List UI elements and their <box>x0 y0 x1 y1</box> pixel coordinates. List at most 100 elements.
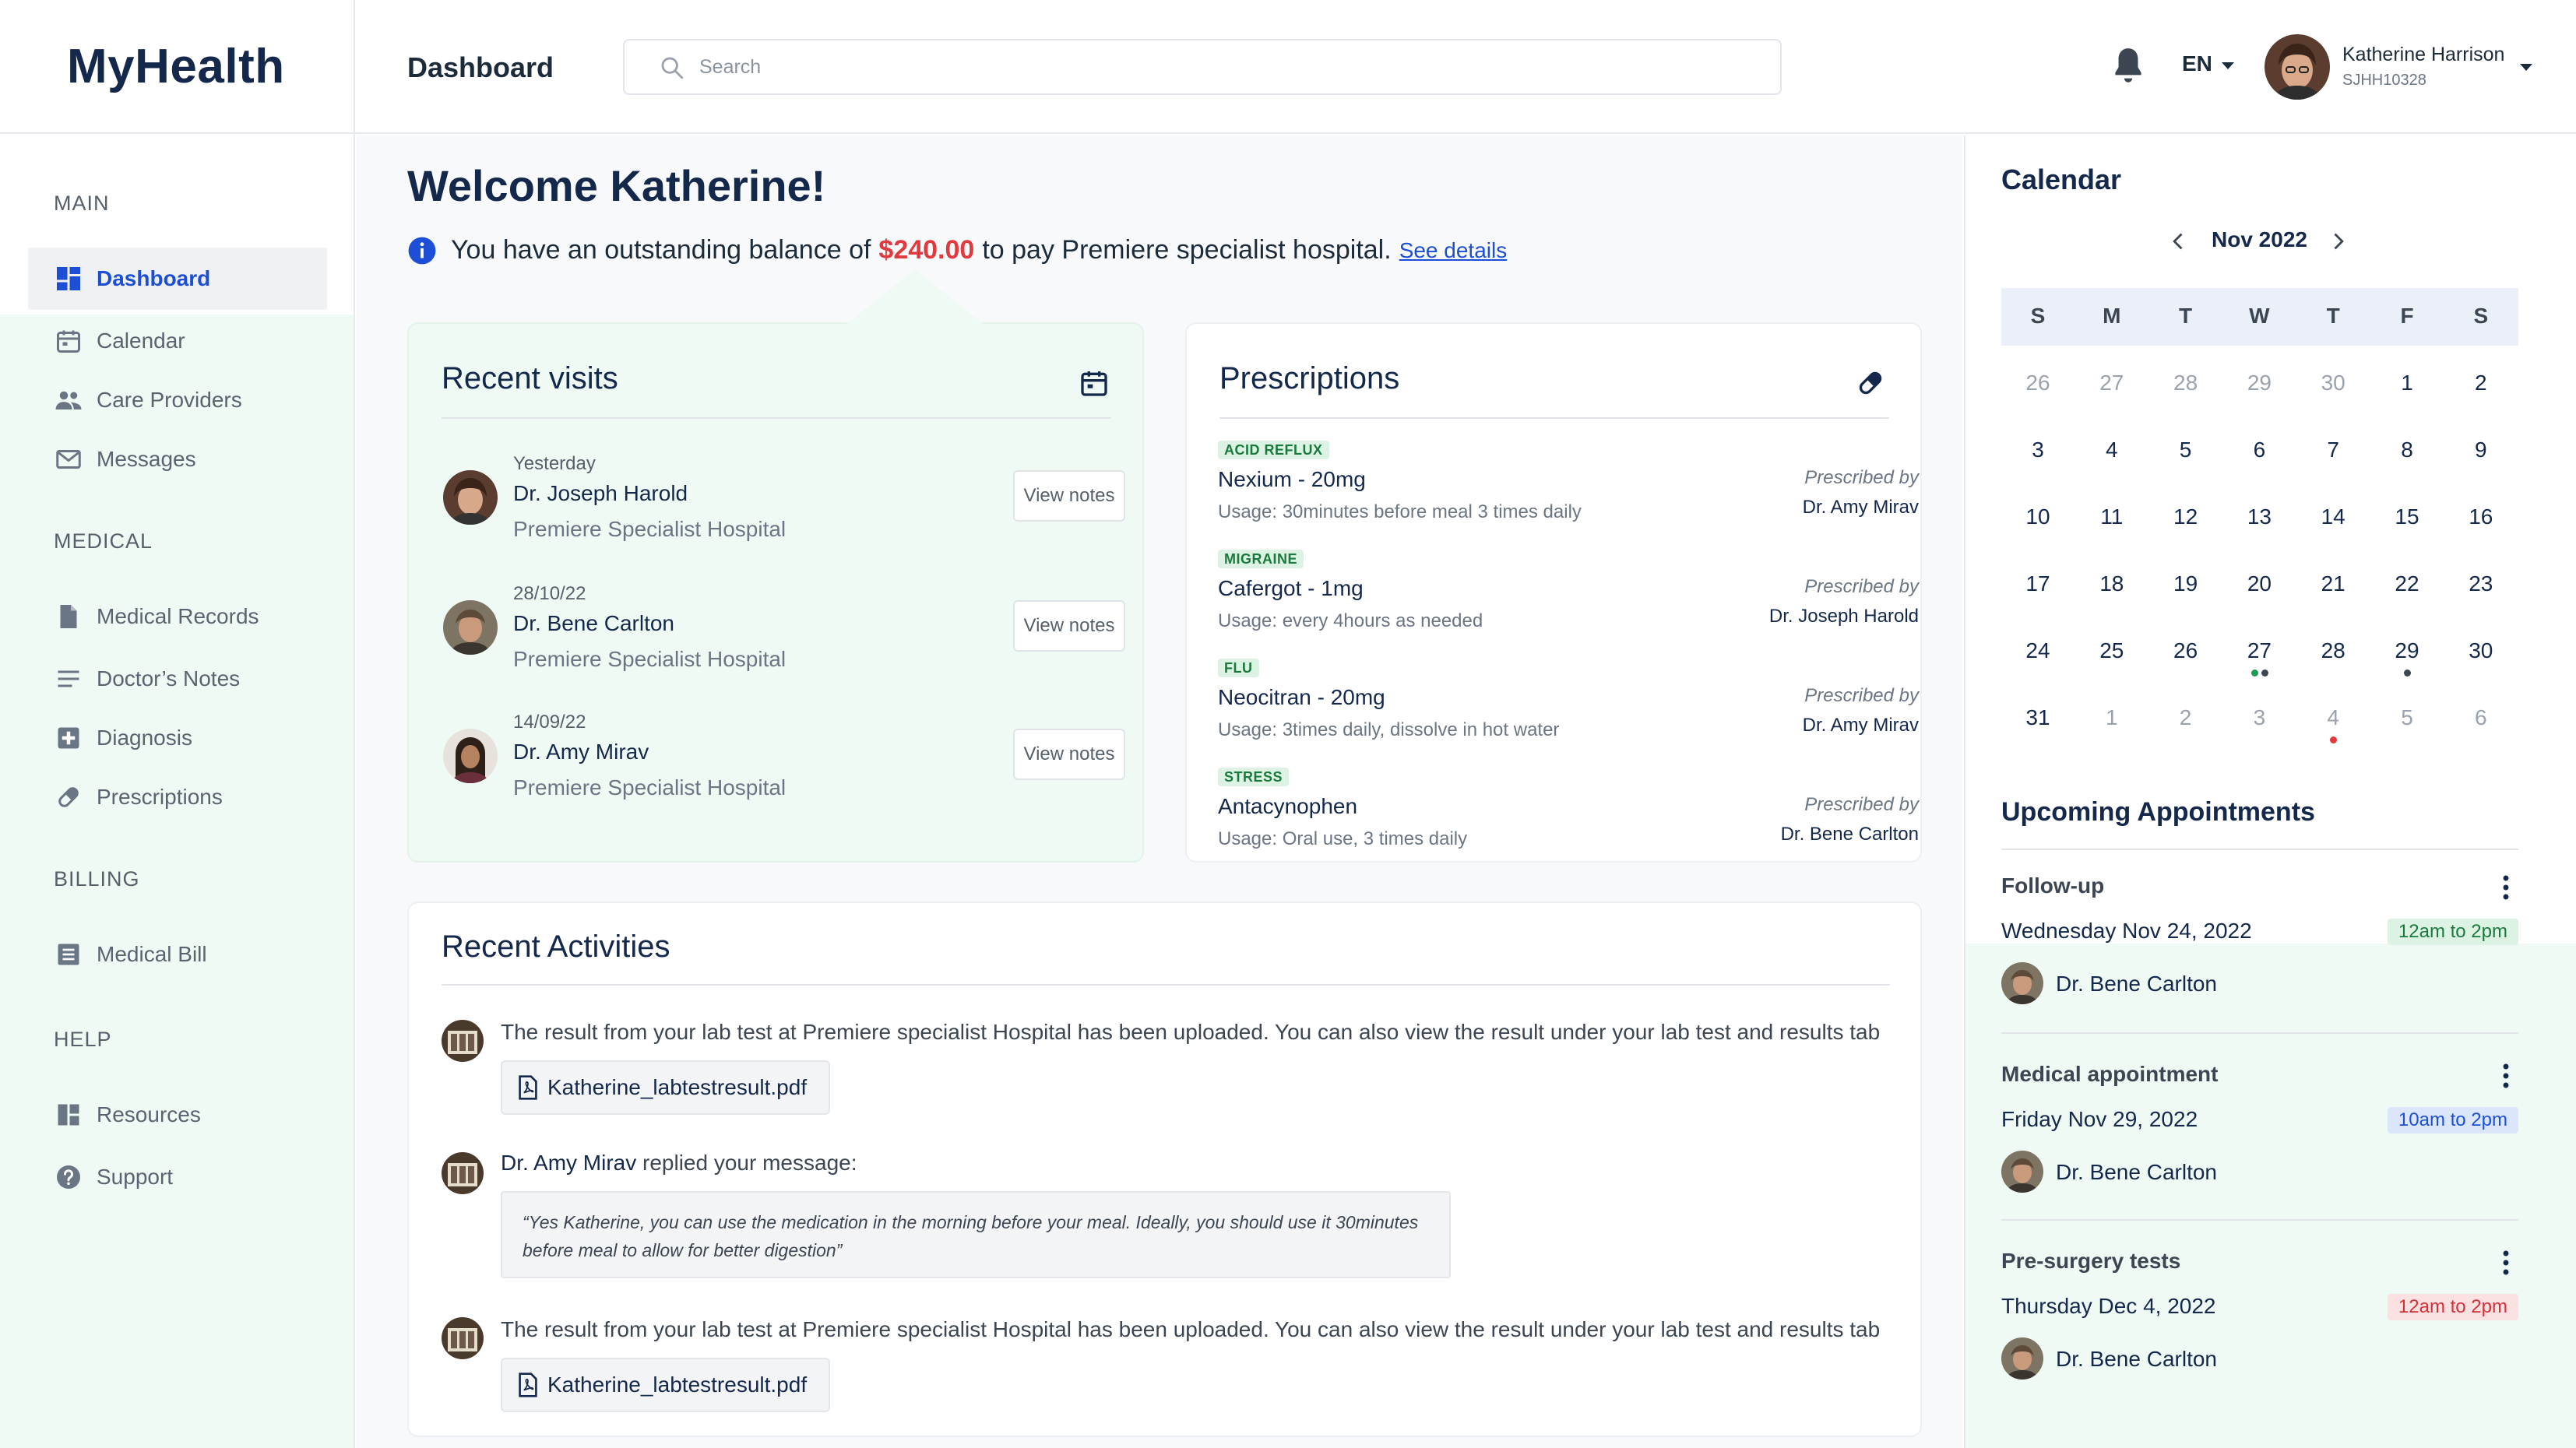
sidebar-item-messages[interactable]: Messages <box>28 428 327 490</box>
sidebar-item-diagnosis[interactable]: Diagnosis <box>28 707 327 769</box>
drug-usage: Usage: 30minutes before meal 3 times dai… <box>1218 501 1582 522</box>
appointment-item[interactable]: Pre-surgery tests Thursday Dec 4, 2022 1… <box>2001 1249 2518 1436</box>
notification-bell-icon[interactable] <box>2109 45 2148 87</box>
sidebar-item-dashboard[interactable]: Dashboard <box>28 248 327 310</box>
calendar-day[interactable]: 24 <box>2001 638 2075 701</box>
calendar-day[interactable]: 10 <box>2001 504 2075 567</box>
calendar-day[interactable]: 11 <box>2075 504 2148 567</box>
calendar-day[interactable]: 1 <box>2075 705 2148 768</box>
calendar-icon[interactable] <box>1079 367 1110 399</box>
search-input[interactable] <box>699 51 1712 83</box>
calendar-day[interactable]: 6 <box>2444 705 2518 768</box>
weekday-label: W <box>2249 304 2270 328</box>
user-name[interactable]: Katherine Harrison <box>2342 44 2504 66</box>
calendar-day[interactable]: 27 <box>2075 371 2148 433</box>
calendar-day[interactable]: 30 <box>2296 371 2370 433</box>
more-vertical-icon[interactable] <box>2501 873 2511 901</box>
more-vertical-icon[interactable] <box>2501 1062 2511 1090</box>
sidebar-item-resources[interactable]: Resources <box>28 1084 327 1146</box>
calendar-day[interactable]: 25 <box>2075 638 2148 701</box>
prescribed-by-label: Prescribed by <box>1804 685 1919 706</box>
search-icon <box>661 57 684 79</box>
calendar-day[interactable]: 7 <box>2296 438 2370 500</box>
sidebar-item-label: Messages <box>97 447 196 471</box>
balance-suffix: to pay Premiere specialist hospital. <box>982 235 1392 265</box>
chevron-left-icon[interactable] <box>2168 230 2190 252</box>
sidebar-item-medical-records[interactable]: Medical Records <box>28 585 327 648</box>
appointment-time-badge: 10am to 2pm <box>2387 1107 2518 1133</box>
calendar-day[interactable]: 30 <box>2444 638 2518 701</box>
file-attachment[interactable]: Katherine_labtestresult.pdf <box>501 1358 831 1412</box>
prescribing-doctor: Dr. Joseph Harold <box>1768 606 1919 627</box>
calendar-day[interactable]: 5 <box>2370 705 2444 768</box>
calendar-day[interactable]: 17 <box>2001 571 2075 634</box>
calendar-day[interactable]: 2 <box>2149 705 2222 768</box>
view-notes-button[interactable]: View notes <box>1013 729 1125 780</box>
drug-usage: Usage: Oral use, 3 times daily <box>1218 828 1468 849</box>
people-icon <box>55 391 82 409</box>
calendar-day[interactable]: 26 <box>2149 638 2222 701</box>
calendar-day[interactable]: 2 <box>2444 371 2518 433</box>
language-selector[interactable]: EN <box>2182 51 2212 76</box>
calendar-day[interactable]: 27 <box>2222 638 2296 701</box>
user-menu-caret-icon[interactable] <box>2520 64 2532 71</box>
activity-author[interactable]: Dr. Amy Mirav <box>501 1151 636 1175</box>
brand-logo[interactable]: MyHealth <box>67 39 285 94</box>
view-notes-button[interactable]: View notes <box>1013 470 1125 522</box>
view-notes-button[interactable]: View notes <box>1013 600 1125 652</box>
event-dot <box>2261 670 2268 677</box>
calendar-day[interactable]: 20 <box>2222 571 2296 634</box>
calendar-day[interactable]: 29 <box>2222 371 2296 433</box>
calendar-month: Nov 2022 <box>2212 227 2307 251</box>
calendar-day[interactable]: 9 <box>2444 438 2518 500</box>
recent-visits-card: Recent visits Yesterday Dr. Joseph Harol… <box>407 269 1144 863</box>
calendar-day[interactable]: 18 <box>2075 571 2148 634</box>
visit-date: 14/09/22 <box>513 712 586 733</box>
more-vertical-icon[interactable] <box>2501 1249 2511 1277</box>
chevron-right-icon[interactable] <box>2327 230 2349 252</box>
calendar-day[interactable]: 28 <box>2296 638 2370 701</box>
calendar-day[interactable]: 14 <box>2296 504 2370 567</box>
search-box[interactable] <box>623 39 1782 95</box>
notes-icon <box>58 670 79 687</box>
divider <box>442 417 1111 419</box>
calendar-day[interactable]: 15 <box>2370 504 2444 567</box>
calendar-day[interactable]: 6 <box>2222 438 2296 500</box>
calendar-day[interactable]: 13 <box>2222 504 2296 567</box>
sidebar-item-prescriptions[interactable]: Prescriptions <box>28 766 327 828</box>
card-pointer <box>845 269 985 325</box>
user-avatar[interactable] <box>2265 34 2330 100</box>
pill-icon[interactable] <box>1855 367 1886 399</box>
sidebar-item-calendar[interactable]: Calendar <box>28 310 327 372</box>
calendar-day[interactable]: 1 <box>2370 371 2444 433</box>
calendar-day[interactable]: 5 <box>2149 438 2222 500</box>
calendar-day[interactable]: 3 <box>2001 438 2075 500</box>
file-name: Katherine_labtestresult.pdf <box>547 1075 808 1099</box>
activity-action: replied your message: <box>642 1151 857 1175</box>
drug-name: Cafergot - 1mg <box>1218 576 1364 600</box>
calendar-day[interactable]: 19 <box>2149 571 2222 634</box>
calendar-day[interactable]: 12 <box>2149 504 2222 567</box>
calendar-day[interactable]: 26 <box>2001 371 2075 433</box>
see-details-link[interactable]: See details <box>1399 238 1508 263</box>
info-icon <box>408 237 436 264</box>
calendar-day[interactable]: 22 <box>2370 571 2444 634</box>
visit-doctor: Dr. Bene Carlton <box>513 611 674 635</box>
file-attachment[interactable]: Katherine_labtestresult.pdf <box>501 1060 831 1115</box>
sidebar-item-support[interactable]: Support <box>28 1146 327 1208</box>
appointment-item[interactable]: Medical appointment Friday Nov 29, 2022 … <box>2001 1062 2518 1249</box>
calendar-day[interactable]: 8 <box>2370 438 2444 500</box>
calendar-day[interactable]: 31 <box>2001 705 2075 768</box>
calendar-day[interactable]: 23 <box>2444 571 2518 634</box>
sidebar-item-medical-bill[interactable]: Medical Bill <box>28 923 327 986</box>
calendar-day[interactable]: 4 <box>2075 438 2148 500</box>
calendar-day[interactable]: 16 <box>2444 504 2518 567</box>
sidebar-item-care-providers[interactable]: Care Providers <box>28 369 327 431</box>
calendar-day[interactable]: 28 <box>2149 371 2222 433</box>
event-dot <box>2250 670 2258 677</box>
sidebar-item-label: Dashboard <box>97 266 211 290</box>
calendar-day[interactable]: 21 <box>2296 571 2370 634</box>
sidebar-item-doctors-notes[interactable]: Doctor’s Notes <box>28 648 327 710</box>
language-caret-icon[interactable] <box>2222 62 2234 69</box>
calendar-day[interactable]: 3 <box>2222 705 2296 768</box>
